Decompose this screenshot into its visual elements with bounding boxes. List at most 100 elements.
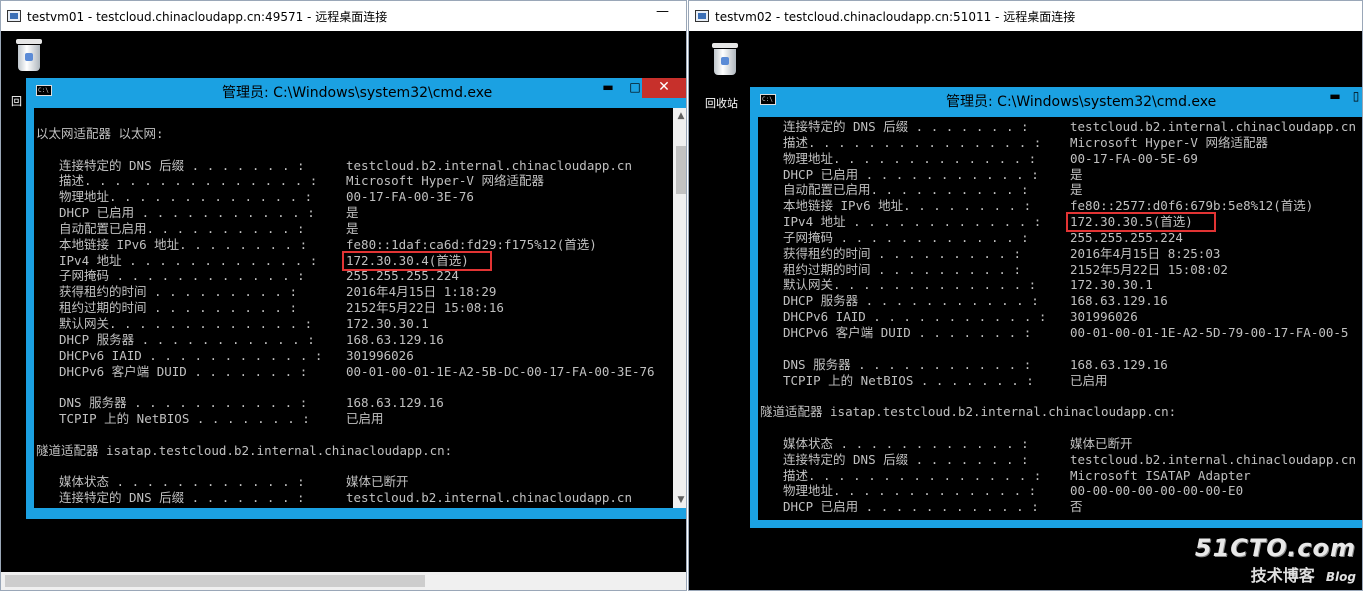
console-field-value: 00-01-00-01-1E-A2-5D-79-00-17-FA-00-5 — [1070, 324, 1349, 340]
console-field-value: 已启用 — [346, 411, 384, 427]
rdp-titlebar[interactable]: testvm02 - testcloud.chinacloudapp.cn:51… — [689, 1, 1362, 31]
console-field-label: 本地链接 IPv6 地址. . . . . . . . : — [59, 236, 308, 252]
rdp-window-testvm01[interactable]: testvm01 - testcloud.chinacloudapp.cn:49… — [0, 0, 687, 591]
cmd-console-output[interactable]: 以太网适配器 以太网: 连接特定的 DNS 后缀 . . . . . . . : t… — [34, 108, 673, 508]
console-line: IPv4 地址 . . . . . . . . . . . . :172.30.… — [760, 212, 1362, 233]
console-line: 租约过期的时间 . . . . . . . . . : 2152年5月22日 15… — [760, 262, 1362, 278]
cmd-minimize-button[interactable]: ▬ — [1322, 87, 1348, 107]
console-line: DNS 服务器 . . . . . . . . . . . : 168.63.12… — [760, 357, 1362, 373]
console-field-value: Microsoft Hyper-V 网络适配器 — [1070, 134, 1268, 150]
minimize-button[interactable]: — — [656, 5, 669, 19]
console-field-label: 媒体状态 . . . . . . . . . . . . : — [59, 474, 305, 490]
console-field-label: 连接特定的 DNS 后缀 . . . . . . . : — [59, 490, 305, 506]
rdp-window-title: testvm01 - testcloud.chinacloudapp.cn:49… — [27, 9, 388, 24]
console-line: 连接特定的 DNS 后缀 . . . . . . . : testcloud.b2… — [36, 158, 673, 174]
console-line: DHCPv6 IAID . . . . . . . . . . . : 30199… — [760, 309, 1362, 325]
console-line: 连接特定的 DNS 后缀 . . . . . . . : testcloud.b2… — [36, 490, 673, 506]
cmd-minimize-button[interactable]: ▬ — [595, 78, 621, 98]
recycle-bin-shortcut[interactable]: 回 — [9, 37, 49, 108]
recycle-bin-icon — [710, 41, 740, 75]
console-line: 自动配置已启用. . . . . . . . . . : 是 — [36, 221, 673, 237]
cmd-titlebar[interactable]: C:\ 管理员: C:\Windows\system32\cmd.exe ▬ □… — [26, 78, 686, 102]
rdp-titlebar[interactable]: testvm01 - testcloud.chinacloudapp.cn:49… — [1, 1, 686, 31]
console-line: 物理地址. . . . . . . . . . . . . : 00-17-FA-… — [36, 189, 673, 205]
console-field-value: 是 — [346, 220, 359, 236]
console-field-label: TCPIP 上的 NetBIOS . . . . . . . : — [783, 372, 1034, 388]
remote-desktop-icon — [695, 10, 709, 22]
console-field-label: 物理地址. . . . . . . . . . . . . : — [59, 189, 313, 205]
console-field-value: 是 — [346, 205, 359, 221]
console-line: 描述. . . . . . . . . . . . . . . : Microso… — [760, 134, 1362, 151]
console-field-label: 子网掩码 . . . . . . . . . . . . : — [59, 268, 305, 284]
console-field-label: IPv4 地址 . . . . . . . . . . . . : — [783, 214, 1042, 230]
scroll-up-arrow-icon[interactable]: ▲ — [673, 108, 686, 124]
console-field-value: 媒体已断开 — [346, 474, 409, 490]
console-field-label: DHCPv6 客户端 DUID . . . . . . . : — [783, 324, 1032, 340]
console-field-value: testcloud.b2.internal.chinacloudapp.cn — [1070, 119, 1356, 134]
console-field-label: 默认网关. . . . . . . . . . . . . : — [59, 315, 313, 331]
console-field-label: 租约过期的时间 . . . . . . . . . : — [59, 300, 298, 316]
console-field-value: testcloud.b2.internal.chinacloudapp.cn — [1070, 451, 1356, 467]
console-field-label: DHCP 服务器 . . . . . . . . . . . : — [783, 293, 1039, 309]
console-field-label: 自动配置已启用. . . . . . . . . . : — [783, 182, 1029, 198]
recycle-bin-shortcut[interactable]: 回收站 — [705, 41, 745, 110]
cmd-window[interactable]: C:\ 管理员: C:\Windows\system32\cmd.exe ▬ □… — [26, 78, 686, 519]
cmd-maximize-button[interactable]: ▯ — [1348, 87, 1362, 107]
console-line: DHCPv6 客户端 DUID . . . . . . . : 00-01-00-… — [760, 324, 1362, 341]
console-line: 描述. . . . . . . . . . . . . . . : Microso… — [36, 173, 673, 189]
cmd-app-icon: C:\ — [760, 94, 776, 105]
console-field-value: 是 — [1070, 166, 1083, 182]
console-field-label: 以太网适配器 以太网: — [36, 125, 164, 141]
console-line: 隧道适配器 isatap.testcloud.b2.internal.china… — [36, 443, 673, 459]
console-field-value: 00-01-00-01-1E-A2-5B-DC-00-17-FA-00-3E-7… — [346, 363, 655, 379]
console-line: 默认网关. . . . . . . . . . . . . : 172.30.30… — [36, 316, 673, 332]
console-line: 物理地址. . . . . . . . . . . . . : 00-00-00-… — [760, 483, 1362, 499]
watermark-subtitle: 技术博客 — [1250, 566, 1315, 585]
console-line: DHCPv6 客户端 DUID . . . . . . . : 00-01-00-… — [36, 364, 673, 380]
console-field-value: 2152年5月22日 15:08:16 — [346, 300, 504, 316]
console-field-value: 255.255.255.224 — [1070, 229, 1183, 245]
console-field-label: 媒体状态 . . . . . . . . . . . . : — [783, 435, 1029, 451]
console-field-value: 2016年4月15日 8:25:03 — [1070, 245, 1221, 261]
console-field-value: 是 — [1070, 182, 1083, 198]
console-field-value: testcloud.b2.internal.chinacloudapp.cn — [346, 157, 632, 173]
console-line: 连接特定的 DNS 后缀 . . . . . . . : testcloud.b2… — [760, 451, 1362, 468]
scrollbar-thumb[interactable] — [676, 146, 686, 194]
console-line: 子网掩码 . . . . . . . . . . . . : 255.255.25… — [760, 229, 1362, 246]
cmd-console-output[interactable]: 连接特定的 DNS 后缀 . . . . . . . : testcloud.b2… — [758, 117, 1362, 520]
console-field-label: 物理地址. . . . . . . . . . . . . : — [783, 483, 1037, 499]
console-line: 默认网关. . . . . . . . . . . . . : 172.30.30… — [760, 277, 1362, 293]
console-field-value: 172.30.30.1 — [1070, 277, 1153, 293]
console-field-value: 2016年4月15日 1:18:29 — [346, 284, 497, 300]
console-line: TCPIP 上的 NetBIOS . . . . . . . : 已启用 — [36, 411, 673, 427]
console-field-label: DHCP 已启用 . . . . . . . . . . . : — [783, 166, 1039, 182]
console-line: 获得租约的时间 . . . . . . . . . : 2016年4月15日 8:… — [760, 245, 1362, 262]
rdp-window-testvm02[interactable]: testvm02 - testcloud.chinacloudapp.cn:51… — [688, 0, 1363, 591]
console-field-label: 隧道适配器 isatap.testcloud.b2.internal.china… — [36, 442, 453, 458]
rdp-window-title: testvm02 - testcloud.chinacloudapp.cn:51… — [715, 9, 1076, 24]
site-watermark: 51CTO.com 技术博客 Blog — [1195, 534, 1356, 586]
console-field-value: 168.63.129.16 — [1070, 293, 1168, 309]
console-field-value: Microsoft Hyper-V 网络适配器 — [346, 173, 544, 189]
horizontal-scrollbar-thumb[interactable] — [5, 575, 425, 587]
cmd-vertical-scrollbar[interactable]: ▲ ▼ — [673, 108, 686, 508]
cmd-window[interactable]: C:\ 管理员: C:\Windows\system32\cmd.exe ▬ ▯… — [750, 87, 1362, 528]
cmd-titlebar[interactable]: C:\ 管理员: C:\Windows\system32\cmd.exe ▬ ▯ — [750, 87, 1362, 111]
cmd-app-icon: C:\ — [36, 85, 52, 96]
scroll-down-arrow-icon[interactable]: ▼ — [673, 492, 686, 508]
console-line: 获得租约的时间 . . . . . . . . . : 2016年4月15日 1:… — [36, 284, 673, 300]
horizontal-scrollbar[interactable] — [1, 572, 686, 590]
console-line: 本地链接 IPv6 地址. . . . . . . . : fe80::2577:… — [760, 198, 1362, 214]
console-line: 以太网适配器 以太网: — [36, 126, 673, 142]
console-field-label: IPv4 地址 . . . . . . . . . . . . : — [59, 252, 318, 268]
remote-desktop-icon — [7, 10, 21, 22]
console-field-label: 描述. . . . . . . . . . . . . . . : — [783, 134, 1042, 150]
cmd-close-button[interactable]: ✕ — [642, 78, 686, 98]
console-line: DHCP 服务器 . . . . . . . . . . . : 168.63.1… — [760, 293, 1362, 309]
console-line: 租约过期的时间 . . . . . . . . . : 2152年5月22日 15… — [36, 300, 673, 316]
